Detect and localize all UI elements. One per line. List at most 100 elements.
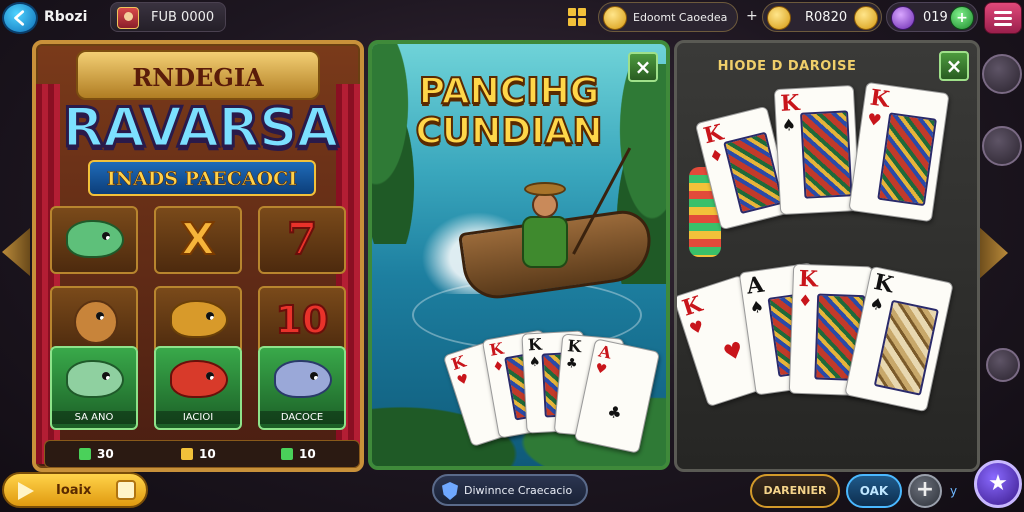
- grid-menu-icon[interactable]: [566, 6, 588, 28]
- seven-symbol: 7: [286, 213, 319, 266]
- win-value: 30: [97, 447, 114, 461]
- next-arrow-icon[interactable]: [978, 226, 1008, 280]
- close-button[interactable]: ×: [939, 51, 969, 81]
- win-item: 30: [79, 447, 114, 461]
- card-face-art: [800, 110, 853, 199]
- card-rank: K: [779, 89, 801, 117]
- fishing-game-panel[interactable]: × PANCIHG CUNDIAN K ♥ K ♦ K ♠ K ♣ A ♥ ♣: [368, 40, 670, 470]
- blue-fish-symbol-icon: [274, 360, 332, 398]
- special-action-button[interactable]: [974, 460, 1022, 508]
- card-suit: ♣: [565, 355, 579, 372]
- previous-arrow-icon[interactable]: [2, 228, 30, 276]
- card-suit: ♦: [491, 358, 506, 376]
- reel-cell: SA ANO: [50, 346, 138, 430]
- reel-cell: [154, 286, 242, 354]
- back-button[interactable]: [2, 2, 38, 34]
- play-button[interactable]: Ioaix: [2, 472, 148, 508]
- win-row: 30 10 10: [44, 440, 360, 468]
- shield-icon: [442, 482, 458, 500]
- add-button[interactable]: +: [908, 474, 942, 508]
- player-profile[interactable]: FUB 0000: [110, 2, 226, 32]
- card-suit: ♥: [593, 361, 609, 379]
- card-suit: ♠: [528, 354, 541, 371]
- card-rank: K: [871, 268, 896, 299]
- card-suit: ♦: [797, 290, 813, 311]
- ok-button[interactable]: OAK: [846, 474, 902, 508]
- hamburger-menu-button[interactable]: [984, 2, 1022, 34]
- slot-game-panel[interactable]: RNDEGIA RAVARSA INADS PAECAOCI X 7 10 SA…: [32, 40, 364, 472]
- card-center-pip: ♥: [720, 337, 748, 368]
- home-button[interactable]: [982, 126, 1022, 166]
- card-rank: K: [566, 336, 583, 357]
- card-rank: K: [798, 265, 819, 293]
- reel-cell: 7: [258, 206, 346, 274]
- fish-symbol-icon: [66, 220, 124, 258]
- fishing-game-title: PANCIHG CUNDIAN: [414, 71, 603, 153]
- card-suit: ♥: [865, 109, 883, 131]
- reel-cell: X: [154, 206, 242, 274]
- coin-icon: [603, 6, 627, 30]
- card-suit: ♠: [867, 293, 886, 315]
- secondary-button[interactable]: DARENIER: [750, 474, 840, 508]
- back-arrow-icon: [14, 10, 25, 26]
- card-suit: ♠: [748, 296, 766, 318]
- card-face-art: [877, 112, 937, 207]
- card-suit: ♥: [455, 371, 471, 390]
- info-banner[interactable]: Diwinnce Craecacio: [432, 474, 588, 506]
- slot-header-title: RNDEGIA: [132, 63, 264, 92]
- reel-cell: [50, 286, 138, 354]
- card-rank: K: [701, 119, 726, 150]
- card-suit: ♦: [707, 144, 726, 167]
- playing-card: K ♠: [773, 84, 861, 216]
- reel-cell: [50, 206, 138, 274]
- playing-card: K ♥: [848, 81, 950, 223]
- green-fish-symbol-icon: [66, 360, 124, 398]
- fisherman-hat: [524, 182, 566, 196]
- side-extra-button[interactable]: [986, 348, 1020, 382]
- card-face-art: [873, 299, 939, 396]
- x-symbol: X: [180, 213, 216, 266]
- card-rank: K: [488, 338, 506, 360]
- play-icon: [18, 482, 34, 500]
- coin-balance[interactable]: Edoomt Caoedea: [598, 2, 738, 32]
- reel-cell: 10: [258, 286, 346, 354]
- side-badge-button[interactable]: [982, 54, 1022, 94]
- slot-game-logo: RAVARSA: [61, 95, 340, 161]
- gem-balance[interactable]: 019 +: [886, 2, 978, 32]
- gem-icon: [891, 6, 915, 30]
- win-value: 10: [199, 447, 216, 461]
- gift-icon: [116, 480, 136, 500]
- gold-balance[interactable]: R0820: [762, 2, 882, 32]
- win-item: 10: [181, 447, 216, 461]
- trophy-icon: [281, 448, 293, 460]
- cell-label: IACIOI: [156, 411, 240, 424]
- win-item: 10: [281, 447, 316, 461]
- slot-subtitle-banner: INADS PAECAOCI: [88, 160, 316, 196]
- card-center-pip: ♣: [605, 401, 624, 424]
- reel-cell: DACOCE: [258, 346, 346, 430]
- fisherman-body: [522, 216, 568, 268]
- avatar: [117, 7, 139, 29]
- reel-cell: IACIOI: [154, 346, 242, 430]
- gem-add-button[interactable]: +: [950, 6, 974, 30]
- trophy-icon: [181, 448, 193, 460]
- card-suit: ♠: [781, 115, 797, 135]
- plus-mark: +: [746, 8, 758, 24]
- card-rank: K: [868, 84, 892, 114]
- card-rank: K: [449, 351, 469, 375]
- gem-value: 019: [923, 10, 948, 25]
- trophy-icon: [79, 448, 91, 460]
- gold-add-button[interactable]: [854, 6, 878, 30]
- slot-header-banner: RNDEGIA: [76, 50, 320, 100]
- win-value: 10: [299, 447, 316, 461]
- gold-value: R0820: [805, 10, 848, 25]
- card-face-art: [723, 131, 784, 215]
- top-bar: Rbozi FUB 0000 Edoomt Caoedea + R0820 01…: [0, 0, 1024, 36]
- card-rank: K: [527, 334, 543, 355]
- card-rank: K: [679, 291, 706, 322]
- card-game-panel[interactable]: HIODE D DAROISE × K ♦ K ♠ K ♥ K ♥ ♥ A ♠ …: [674, 40, 980, 472]
- red-bird-symbol-icon: [170, 360, 228, 398]
- gold-coin-icon: [767, 6, 791, 30]
- character-symbol-icon: [74, 300, 118, 344]
- small-mark: y: [950, 484, 958, 498]
